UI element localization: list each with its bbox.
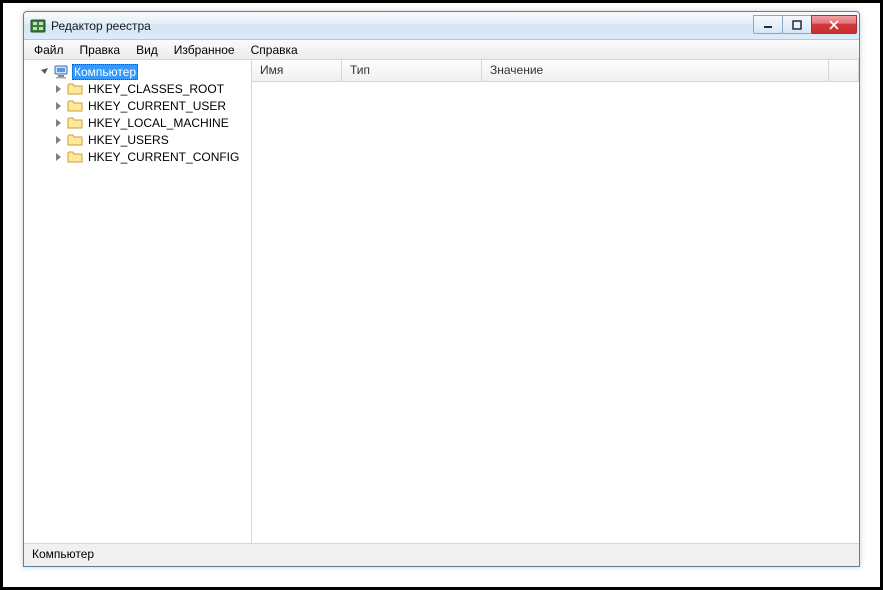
expand-icon[interactable] (52, 151, 64, 163)
registry-editor-window: Редактор реестра Файл Правка Вид Избранн… (23, 11, 860, 567)
tree-item[interactable]: HKEY_CURRENT_USER (24, 97, 251, 114)
tree-item-label[interactable]: HKEY_CURRENT_CONFIG (86, 149, 241, 165)
regedit-icon (30, 18, 46, 34)
minimize-button[interactable] (753, 15, 783, 34)
tree-item-label[interactable]: HKEY_CURRENT_USER (86, 98, 228, 114)
computer-icon (53, 64, 69, 80)
tree-root[interactable]: Компьютер (24, 63, 251, 80)
column-header-value[interactable]: Значение (482, 60, 829, 81)
tree-item[interactable]: HKEY_CLASSES_ROOT (24, 80, 251, 97)
folder-icon (67, 98, 83, 114)
folder-icon (67, 149, 83, 165)
window-title: Редактор реестра (51, 19, 754, 33)
maximize-button[interactable] (782, 15, 812, 34)
expand-icon[interactable] (52, 134, 64, 146)
menu-favorites[interactable]: Избранное (166, 41, 243, 59)
tree-item-label[interactable]: HKEY_CLASSES_ROOT (86, 81, 226, 97)
expand-icon[interactable] (52, 117, 64, 129)
expand-icon[interactable] (52, 83, 64, 95)
statusbar: Компьютер (24, 544, 859, 566)
tree-item[interactable]: HKEY_LOCAL_MACHINE (24, 114, 251, 131)
tree-item-label[interactable]: HKEY_USERS (86, 132, 171, 148)
column-header-spacer (829, 60, 859, 81)
list-pane[interactable]: Имя Тип Значение (252, 60, 859, 543)
tree-pane[interactable]: Компьютер HKEY_CLASSES_ROOT HKEY_CURRENT… (24, 60, 252, 543)
column-header-name[interactable]: Имя (252, 60, 342, 81)
tree-item[interactable]: HKEY_USERS (24, 131, 251, 148)
folder-icon (67, 81, 83, 97)
folder-icon (67, 115, 83, 131)
menubar: Файл Правка Вид Избранное Справка (24, 40, 859, 60)
tree-item-label[interactable]: HKEY_LOCAL_MACHINE (86, 115, 231, 131)
close-button[interactable] (811, 15, 857, 34)
collapse-icon[interactable] (38, 66, 50, 78)
folder-icon (67, 132, 83, 148)
expand-icon[interactable] (52, 100, 64, 112)
menu-edit[interactable]: Правка (72, 41, 129, 59)
titlebar[interactable]: Редактор реестра (24, 12, 859, 40)
statusbar-path: Компьютер (32, 547, 94, 561)
tree-root-label[interactable]: Компьютер (72, 64, 138, 80)
column-headers: Имя Тип Значение (252, 60, 859, 82)
menu-file[interactable]: Файл (26, 41, 72, 59)
tree-item[interactable]: HKEY_CURRENT_CONFIG (24, 148, 251, 165)
menu-view[interactable]: Вид (128, 41, 166, 59)
column-header-type[interactable]: Тип (342, 60, 482, 81)
menu-help[interactable]: Справка (243, 41, 306, 59)
